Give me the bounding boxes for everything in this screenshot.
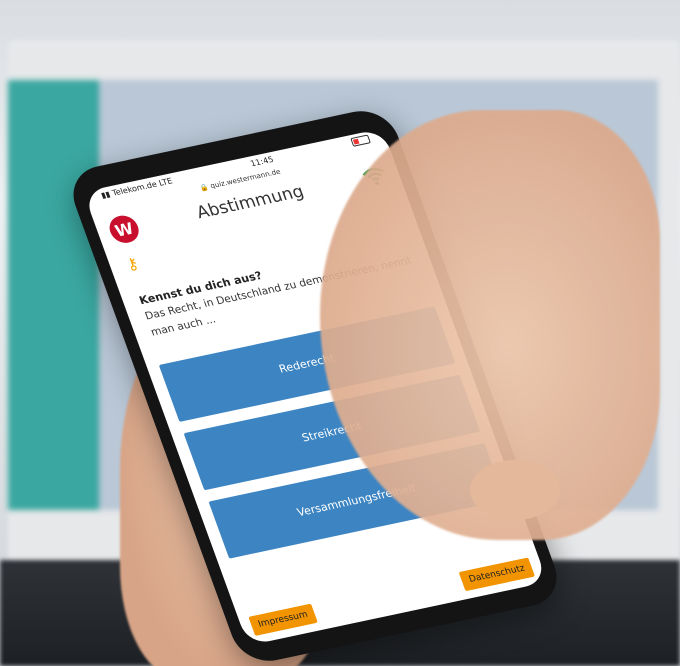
battery-icon bbox=[350, 134, 371, 147]
impressum-button[interactable]: Impressum bbox=[248, 603, 318, 636]
photo-scene: ▮▮ Telekom.de LTE 11:45 🔒 quiz.westerman… bbox=[0, 0, 680, 666]
datenschutz-button[interactable]: Datenschutz bbox=[459, 557, 536, 592]
westermann-logo[interactable]: W bbox=[105, 213, 143, 246]
thumb bbox=[470, 460, 560, 520]
signal-icon: ▮▮ bbox=[99, 189, 112, 201]
status-time: 11:45 bbox=[249, 154, 275, 169]
